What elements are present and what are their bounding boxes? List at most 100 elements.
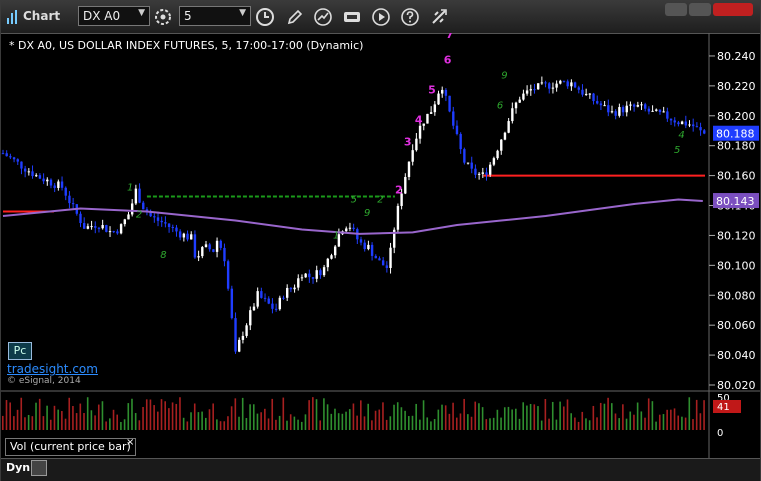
candle-body <box>415 138 418 151</box>
candle-body <box>105 225 108 232</box>
interval-dropdown[interactable]: 5 ▼ <box>179 6 251 26</box>
close-icon[interactable]: × <box>126 437 134 448</box>
candle-body <box>429 112 433 114</box>
volume-bar <box>459 413 462 430</box>
volume-pane: 50410 <box>2 393 741 439</box>
clock-icon[interactable] <box>255 7 275 27</box>
candle-body <box>212 249 215 252</box>
volume-bar <box>308 400 310 430</box>
candle-body <box>481 172 485 174</box>
settings-icon[interactable] <box>342 7 362 27</box>
ma-price-tag: 80.143 <box>716 195 755 208</box>
volume-study-label[interactable]: Vol (current price bar) <box>5 438 136 456</box>
play-icon[interactable] <box>371 7 391 27</box>
volume-bar <box>323 398 325 430</box>
candle-body <box>455 125 459 135</box>
candle-body <box>662 111 665 113</box>
candle-body <box>599 103 603 106</box>
candle-body <box>278 297 282 310</box>
candle-body <box>374 255 377 259</box>
volume-bar <box>518 418 521 430</box>
volume-bar <box>271 398 274 430</box>
y-tick-label: 80.040 <box>717 349 756 362</box>
volume-bar <box>640 411 643 430</box>
volume-bar <box>186 421 189 430</box>
y-tick-label: 80.100 <box>717 259 756 272</box>
volume-bar <box>197 412 200 430</box>
volume-bar <box>193 403 196 430</box>
volume-bar <box>201 411 203 430</box>
candle-body <box>636 105 640 107</box>
volume-bar <box>581 411 584 430</box>
volume-bar <box>555 419 558 430</box>
volume-bar <box>42 416 45 430</box>
candle-body <box>153 216 156 218</box>
candle-body <box>219 240 222 248</box>
volume-bar <box>481 407 484 430</box>
candle-body <box>9 156 12 158</box>
volume-bar <box>341 413 344 430</box>
volume-bar <box>474 401 477 430</box>
maximize-button[interactable] <box>689 3 711 16</box>
volume-bar <box>90 410 93 430</box>
link-icon[interactable] <box>429 7 449 27</box>
candle-body <box>252 306 256 311</box>
minimize-button[interactable] <box>665 3 687 16</box>
candle-body <box>201 247 204 257</box>
volume-bar <box>622 404 624 430</box>
candle-body <box>31 171 34 177</box>
volume-bar <box>286 420 288 430</box>
candle-body <box>540 82 544 84</box>
symbol-search-icon[interactable] <box>153 7 173 27</box>
volume-bar <box>293 416 296 430</box>
volume-bar <box>105 421 107 430</box>
candle-body <box>691 124 695 127</box>
candle-body <box>108 231 112 233</box>
candle-body <box>536 83 540 90</box>
candle-body <box>190 234 193 240</box>
candle-body <box>197 256 200 258</box>
seq-count-green: 5 <box>674 145 680 156</box>
y-tick-label: 80.080 <box>717 289 756 302</box>
chart-window: Chart DX A0 ▼ 5 ▼ 2 3 4 5 6 7 1 2 8 1 5 … <box>0 0 761 481</box>
volume-bar <box>699 413 702 430</box>
candle-body <box>433 104 437 113</box>
volume-bar <box>633 414 635 430</box>
candle-body <box>644 104 647 109</box>
chart-grip-icon[interactable] <box>7 10 17 24</box>
candle-body <box>684 121 688 126</box>
candle-body <box>680 121 684 125</box>
close-button[interactable] <box>713 3 753 16</box>
pc-badge[interactable]: Pc <box>8 342 32 360</box>
dyn-mode-icon[interactable] <box>31 460 47 476</box>
volume-bar <box>673 408 676 430</box>
candle-body <box>23 168 27 172</box>
candle-body <box>53 185 56 188</box>
candle-body <box>49 179 53 186</box>
help-icon[interactable] <box>400 7 420 27</box>
symbol-dropdown[interactable]: DX A0 ▼ <box>78 6 150 26</box>
candle-body <box>418 125 422 139</box>
candle-body <box>68 195 71 204</box>
volume-bar <box>670 409 672 430</box>
volume-bar <box>382 402 384 430</box>
candle-body <box>138 188 141 203</box>
volume-bar <box>603 403 606 430</box>
candle-body <box>160 220 163 223</box>
candle-body <box>101 225 104 229</box>
volume-bar <box>563 406 565 430</box>
pencil-icon[interactable] <box>285 7 305 27</box>
y-axis: 80.24080.22080.20080.18080.16080.14080.1… <box>709 50 759 392</box>
volume-bar <box>127 403 130 430</box>
volume-bar <box>430 421 432 430</box>
candle-body <box>156 217 160 221</box>
candle-body <box>566 81 569 87</box>
volume-bar <box>407 416 410 430</box>
candle-body <box>186 233 189 240</box>
volume-bar <box>72 405 74 430</box>
draw-tool-icon[interactable] <box>313 7 333 27</box>
candle-body <box>470 162 473 169</box>
brand-link[interactable]: tradesight.com <box>7 362 98 376</box>
candle-body <box>319 270 322 276</box>
seq-count-magenta: 4 <box>415 113 423 126</box>
